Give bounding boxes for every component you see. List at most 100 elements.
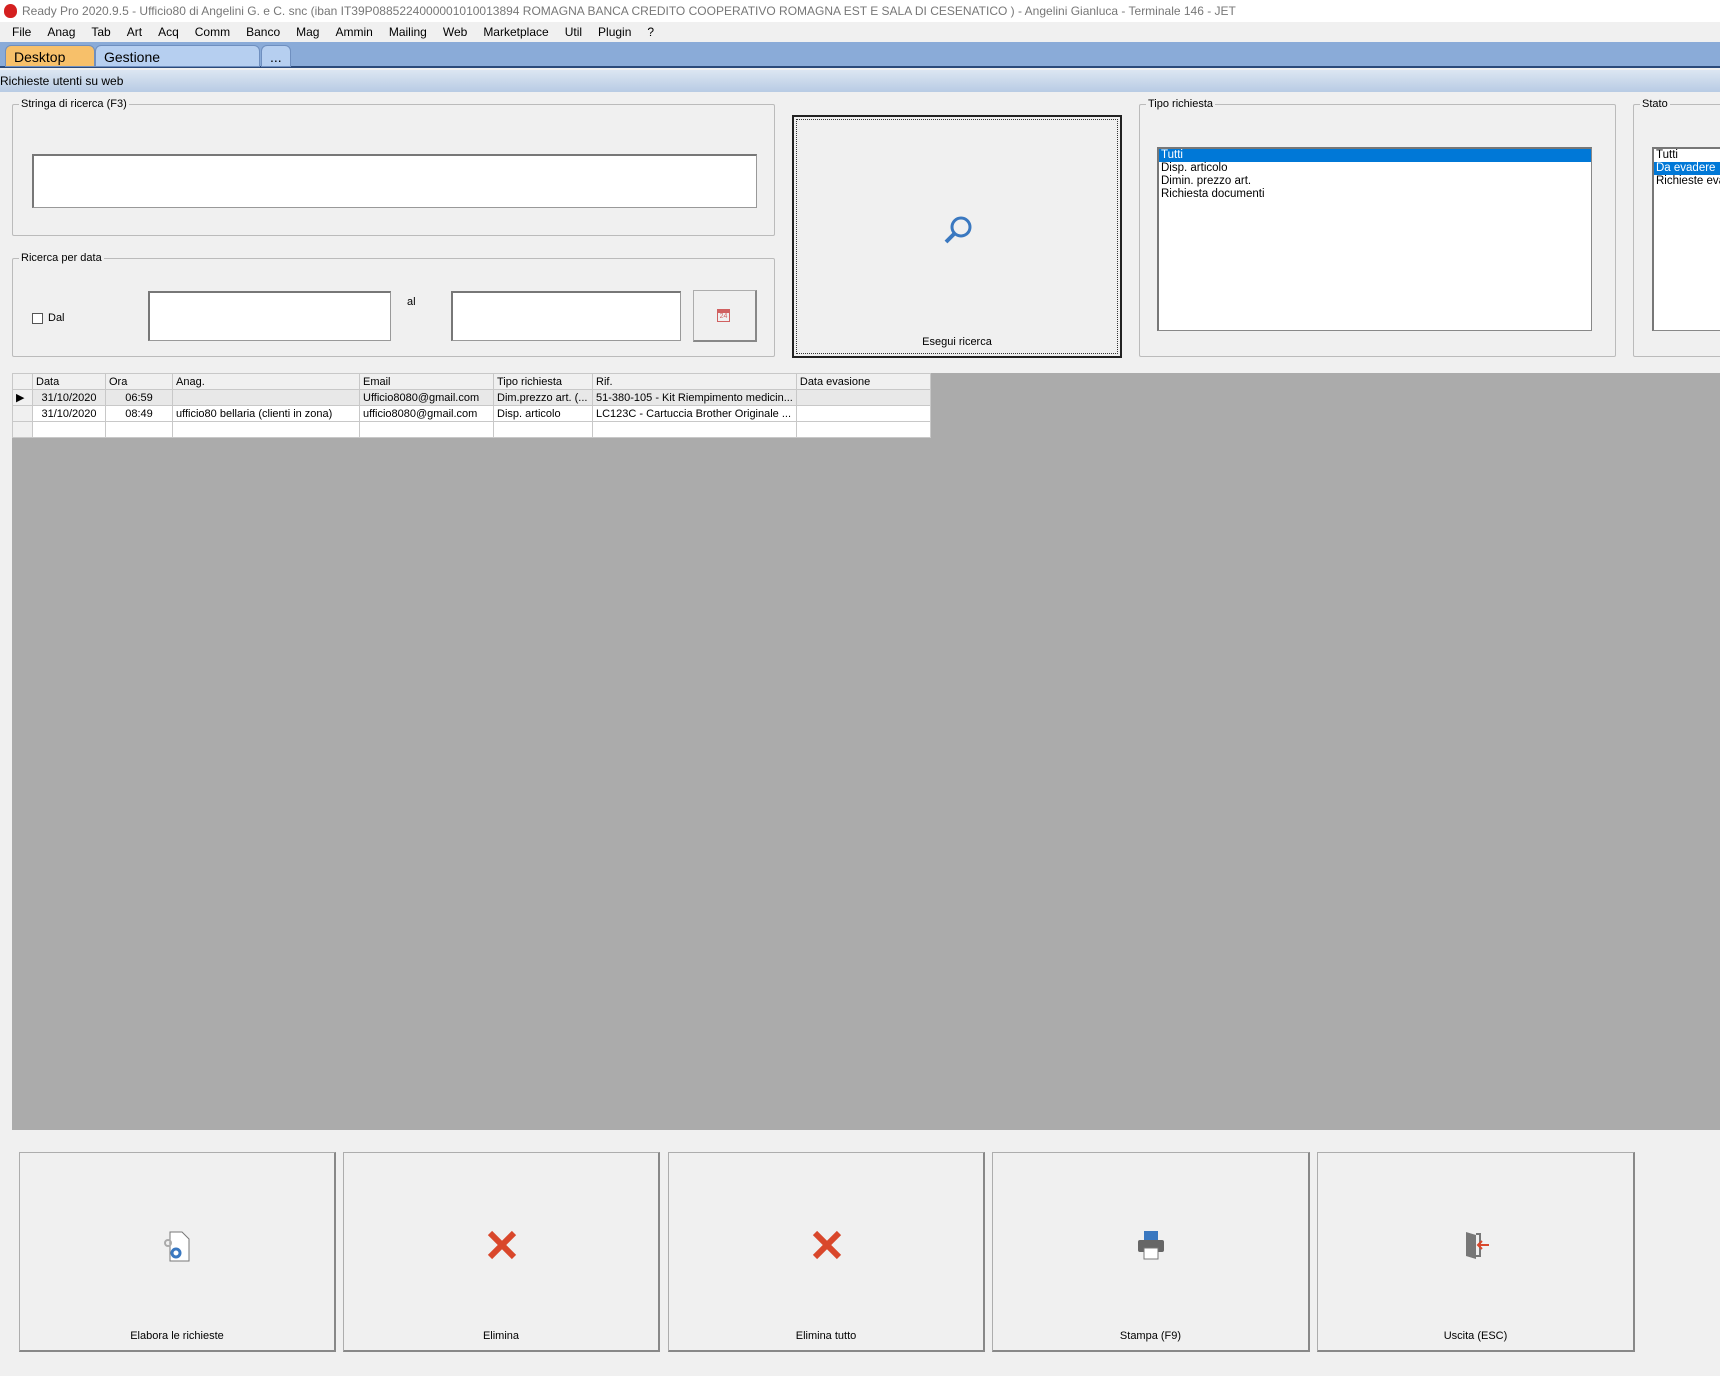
menu-mag[interactable]: Mag bbox=[288, 22, 327, 42]
col-ora[interactable]: Ora bbox=[105, 373, 173, 390]
stato-legend: Stato bbox=[1642, 98, 1668, 110]
date-search-legend: Ricerca per data bbox=[21, 252, 102, 264]
cell-rif[interactable]: LC123C - Cartuccia Brother Originale ... bbox=[592, 405, 797, 422]
tipo-richiesta-list[interactable]: Tutti Disp. articolo Dimin. prezzo art. … bbox=[1157, 147, 1592, 331]
stato-option-da-evadere[interactable]: Da evadere bbox=[1654, 162, 1720, 175]
elimina-tutto-label: Elimina tutto bbox=[795, 1330, 857, 1342]
delete-icon bbox=[487, 1230, 517, 1260]
elabora-richieste-label: Elabora le richieste bbox=[130, 1330, 224, 1342]
stato-option-richieste-evase[interactable]: Richieste eva bbox=[1654, 175, 1720, 188]
cell-rif[interactable]: 51-380-105 - Kit Riempimento medicin... bbox=[592, 389, 797, 406]
menu-web[interactable]: Web bbox=[435, 22, 475, 42]
cell-data-evasione[interactable] bbox=[795, 405, 931, 422]
elimina-tutto-button[interactable]: Elimina tutto bbox=[668, 1152, 985, 1352]
col-data[interactable]: Data bbox=[32, 373, 106, 390]
tipo-option-dimin-prezzo[interactable]: Dimin. prezzo art. bbox=[1159, 175, 1591, 188]
menu-anag[interactable]: Anag bbox=[39, 22, 83, 42]
menu-bar: File Anag Tab Art Acq Comm Banco Mag Amm… bbox=[0, 22, 1720, 42]
tab-desktop[interactable]: Desktop (6) bbox=[5, 45, 95, 87]
cell-email[interactable]: ufficio8080@gmail.com bbox=[359, 405, 494, 422]
menu-help[interactable]: ? bbox=[639, 22, 662, 42]
cell-data[interactable]: 31/10/2020 bbox=[32, 405, 106, 422]
calendar-button[interactable]: 24 bbox=[693, 290, 757, 342]
cell-ora[interactable]: 08:49 bbox=[105, 405, 173, 422]
printer-icon bbox=[1138, 1231, 1164, 1260]
menu-marketplace[interactable]: Marketplace bbox=[475, 22, 556, 42]
row-indicator bbox=[12, 405, 33, 422]
cell-empty[interactable] bbox=[32, 421, 106, 438]
grid-header: Data Ora Anag. Email Tipo richiesta Rif.… bbox=[12, 373, 931, 390]
form-title: Richieste utenti su web bbox=[0, 70, 1720, 92]
date-to-input[interactable] bbox=[451, 291, 681, 341]
menu-ammin[interactable]: Ammin bbox=[327, 22, 380, 42]
search-icon bbox=[944, 216, 972, 244]
menu-util[interactable]: Util bbox=[557, 22, 590, 42]
cell-empty[interactable] bbox=[493, 421, 593, 438]
cell-data-evasione[interactable] bbox=[795, 389, 931, 406]
menu-plugin[interactable]: Plugin bbox=[590, 22, 639, 42]
menu-acq[interactable]: Acq bbox=[150, 22, 187, 42]
uscita-button[interactable]: Uscita (ESC) bbox=[1317, 1152, 1635, 1352]
stato-option-tutti[interactable]: Tutti bbox=[1654, 149, 1720, 162]
dal-label: Dal bbox=[48, 312, 65, 324]
stampa-label: Stampa (F9) bbox=[1119, 1330, 1182, 1342]
current-row-indicator-icon: ▶ bbox=[12, 389, 33, 406]
stampa-button[interactable]: Stampa (F9) bbox=[992, 1152, 1310, 1352]
cell-tipo[interactable]: Dim.prezzo art. (... bbox=[493, 389, 593, 406]
col-data-evasione[interactable]: Data evasione bbox=[795, 373, 931, 390]
menu-file[interactable]: File bbox=[4, 22, 39, 42]
elabora-richieste-button[interactable]: Elabora le richieste bbox=[19, 1152, 336, 1352]
col-tipo-richiesta[interactable]: Tipo richiesta bbox=[493, 373, 593, 390]
dal-checkbox[interactable] bbox=[32, 313, 43, 324]
search-input[interactable] bbox=[32, 154, 757, 208]
menu-mailing[interactable]: Mailing bbox=[381, 22, 435, 42]
col-anag[interactable]: Anag. bbox=[172, 373, 360, 390]
requests-grid: Data Ora Anag. Email Tipo richiesta Rif.… bbox=[12, 373, 931, 438]
cell-tipo[interactable]: Disp. articolo bbox=[493, 405, 593, 422]
row-indicator-header bbox=[12, 373, 33, 390]
tipo-option-disp-articolo[interactable]: Disp. articolo bbox=[1159, 162, 1591, 175]
uscita-label: Uscita (ESC) bbox=[1443, 1330, 1508, 1342]
cell-empty[interactable] bbox=[105, 421, 173, 438]
delete-all-icon bbox=[812, 1230, 842, 1260]
search-button[interactable]: Esegui ricerca bbox=[792, 115, 1122, 358]
date-from-input[interactable] bbox=[148, 291, 391, 341]
tab-bar: Desktop (6) Gestione messaggistica ... bbox=[0, 42, 1720, 87]
menu-banco[interactable]: Banco bbox=[238, 22, 288, 42]
tipo-option-richiesta-documenti[interactable]: Richiesta documenti bbox=[1159, 188, 1591, 201]
table-row[interactable]: ▶ 31/10/2020 06:59 Ufficio8080@gmail.com… bbox=[12, 389, 931, 406]
cell-empty[interactable] bbox=[795, 421, 931, 438]
app-icon bbox=[4, 4, 17, 18]
process-document-icon bbox=[164, 1231, 190, 1262]
tab-more[interactable]: ... bbox=[261, 45, 291, 67]
search-button-label: Esegui ricerca bbox=[922, 336, 992, 348]
menu-comm[interactable]: Comm bbox=[187, 22, 238, 42]
grid-area bbox=[12, 373, 1720, 1130]
table-row-new[interactable] bbox=[12, 421, 931, 438]
calendar-icon: 24 bbox=[717, 309, 730, 322]
date-to-label: al bbox=[407, 296, 416, 308]
col-email[interactable]: Email bbox=[359, 373, 494, 390]
row-indicator bbox=[12, 421, 33, 438]
menu-art[interactable]: Art bbox=[119, 22, 150, 42]
cell-data[interactable]: 31/10/2020 bbox=[32, 389, 106, 406]
window-title: Ready Pro 2020.9.5 - Ufficio80 di Angeli… bbox=[0, 0, 1720, 22]
tipo-richiesta-legend: Tipo richiesta bbox=[1148, 98, 1214, 110]
table-row[interactable]: 31/10/2020 08:49 ufficio80 bellaria (cli… bbox=[12, 405, 931, 422]
search-string-legend: Stringa di ricerca (F3) bbox=[21, 98, 127, 110]
tab-gestione-messaggistica[interactable]: Gestione messaggistica bbox=[95, 45, 260, 87]
cell-empty[interactable] bbox=[592, 421, 797, 438]
elimina-label: Elimina bbox=[482, 1330, 520, 1342]
tipo-option-tutti[interactable]: Tutti bbox=[1159, 149, 1591, 162]
stato-list[interactable]: Tutti Da evadere Richieste eva bbox=[1652, 147, 1720, 331]
cell-anag[interactable] bbox=[172, 389, 360, 406]
cell-email[interactable]: Ufficio8080@gmail.com bbox=[359, 389, 494, 406]
cell-ora[interactable]: 06:59 bbox=[105, 389, 173, 406]
menu-tab[interactable]: Tab bbox=[83, 22, 118, 42]
exit-icon bbox=[1466, 1232, 1489, 1259]
cell-empty[interactable] bbox=[172, 421, 360, 438]
cell-empty[interactable] bbox=[359, 421, 494, 438]
elimina-button[interactable]: Elimina bbox=[343, 1152, 660, 1352]
col-rif[interactable]: Rif. bbox=[592, 373, 797, 390]
cell-anag[interactable]: ufficio80 bellaria (clienti in zona) bbox=[172, 405, 360, 422]
